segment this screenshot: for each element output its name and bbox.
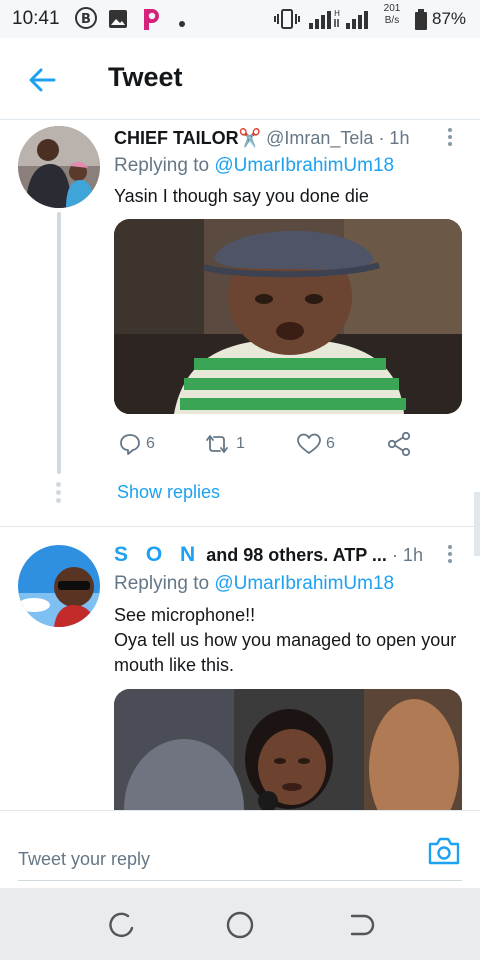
mention-link[interactable]: @UmarIbrahimUm18 <box>214 155 394 176</box>
retweet-button[interactable]: 1 <box>202 430 245 458</box>
gallery-icon <box>108 9 128 34</box>
signal-icon: H <box>308 7 378 36</box>
timestamp: · 1h <box>378 128 410 148</box>
tweet-text-line-1: See microphone!! <box>114 605 256 625</box>
mention-link[interactable]: @UmarIbrahimUm18 <box>214 573 394 594</box>
display-name-letters[interactable]: S O N <box>114 543 201 566</box>
avatar[interactable] <box>18 126 100 208</box>
scissors-emoji: ✂️ <box>238 128 262 148</box>
home-icon <box>226 911 254 939</box>
thread-dots <box>56 482 62 506</box>
tweet-header: S O N and 98 others. ATP ... · 1h <box>114 543 423 567</box>
camera-button[interactable] <box>426 835 462 867</box>
network-speed-unit: B/s <box>384 15 400 26</box>
tweet-text-line-2: Oya tell us how you managed to open your… <box>114 630 457 675</box>
svg-text:H: H <box>334 9 340 18</box>
tweet-actions: 6 1 6 <box>114 430 414 460</box>
back-button[interactable] <box>22 60 62 100</box>
retweet-icon <box>206 435 228 453</box>
more-button[interactable] <box>444 128 456 150</box>
back-arrow-icon <box>29 68 56 92</box>
display-name[interactable]: CHIEF TAILOR <box>114 128 239 148</box>
like-icon <box>297 433 321 454</box>
tweet-text: See microphone!! Oya tell us how you man… <box>114 603 464 678</box>
avatar[interactable] <box>18 545 100 627</box>
status-bar: 10:41 B H 201 B/s 87% <box>0 0 480 38</box>
battery-percent: 87% <box>432 9 467 28</box>
share-icon <box>387 431 411 457</box>
network-speed-value: 201 <box>383 3 401 14</box>
tweet-header: CHIEF TAILOR✂️ @Imran_Tela · 1h <box>114 128 409 149</box>
svg-text:B: B <box>81 12 91 27</box>
retweet-count: 1 <box>236 435 245 452</box>
tweet-text: Yasin I though say you done die <box>114 186 369 206</box>
share-button[interactable] <box>386 430 412 458</box>
bitcoin-icon: B <box>74 6 98 35</box>
network-speed: 201 B/s <box>382 3 402 27</box>
back-nav-icon <box>350 914 375 936</box>
header: Tweet <box>0 38 480 120</box>
navigation-bar <box>0 888 480 960</box>
back-nav-button[interactable] <box>342 908 376 942</box>
more-button[interactable] <box>444 545 456 567</box>
thread-line <box>57 212 61 474</box>
camera-icon <box>428 837 460 865</box>
like-count: 6 <box>326 435 335 452</box>
replying-label: Replying to <box>114 573 210 594</box>
status-time: 10:41 <box>12 8 60 29</box>
tweet-2[interactable]: S O N and 98 others. ATP ... · 1h Replyi… <box>0 527 480 810</box>
vibrate-icon <box>274 8 300 35</box>
replying-to: Replying to @UmarIbrahimUm18 <box>114 573 394 595</box>
timestamp: · 1h <box>391 545 423 565</box>
notification-dot-icon <box>178 15 186 33</box>
display-name-rest[interactable]: and 98 others. ATP ... <box>206 545 387 565</box>
home-button[interactable] <box>223 908 257 942</box>
replying-label: Replying to <box>114 155 210 176</box>
tweet-image[interactable] <box>114 219 462 414</box>
reply-icon <box>120 434 140 455</box>
battery-icon <box>414 9 428 36</box>
recent-apps-icon <box>109 912 134 938</box>
like-button[interactable]: 6 <box>296 430 335 458</box>
reply-input[interactable] <box>18 839 462 881</box>
page-title: Tweet <box>108 62 183 92</box>
reply-count: 6 <box>146 435 155 452</box>
replying-to: Replying to @UmarIbrahimUm18 <box>114 155 394 177</box>
picsart-icon <box>140 6 162 37</box>
recent-apps-button[interactable] <box>104 908 138 942</box>
tweet-1[interactable]: CHIEF TAILOR✂️ @Imran_Tela · 1h Replying… <box>0 120 480 528</box>
reply-bar <box>0 810 480 888</box>
show-replies-link[interactable]: Show replies <box>117 482 220 503</box>
tweet-image[interactable] <box>114 689 462 810</box>
reply-button[interactable]: 6 <box>118 430 155 458</box>
scroll-indicator[interactable] <box>474 492 480 556</box>
handle: @Imran_Tela <box>266 128 374 148</box>
